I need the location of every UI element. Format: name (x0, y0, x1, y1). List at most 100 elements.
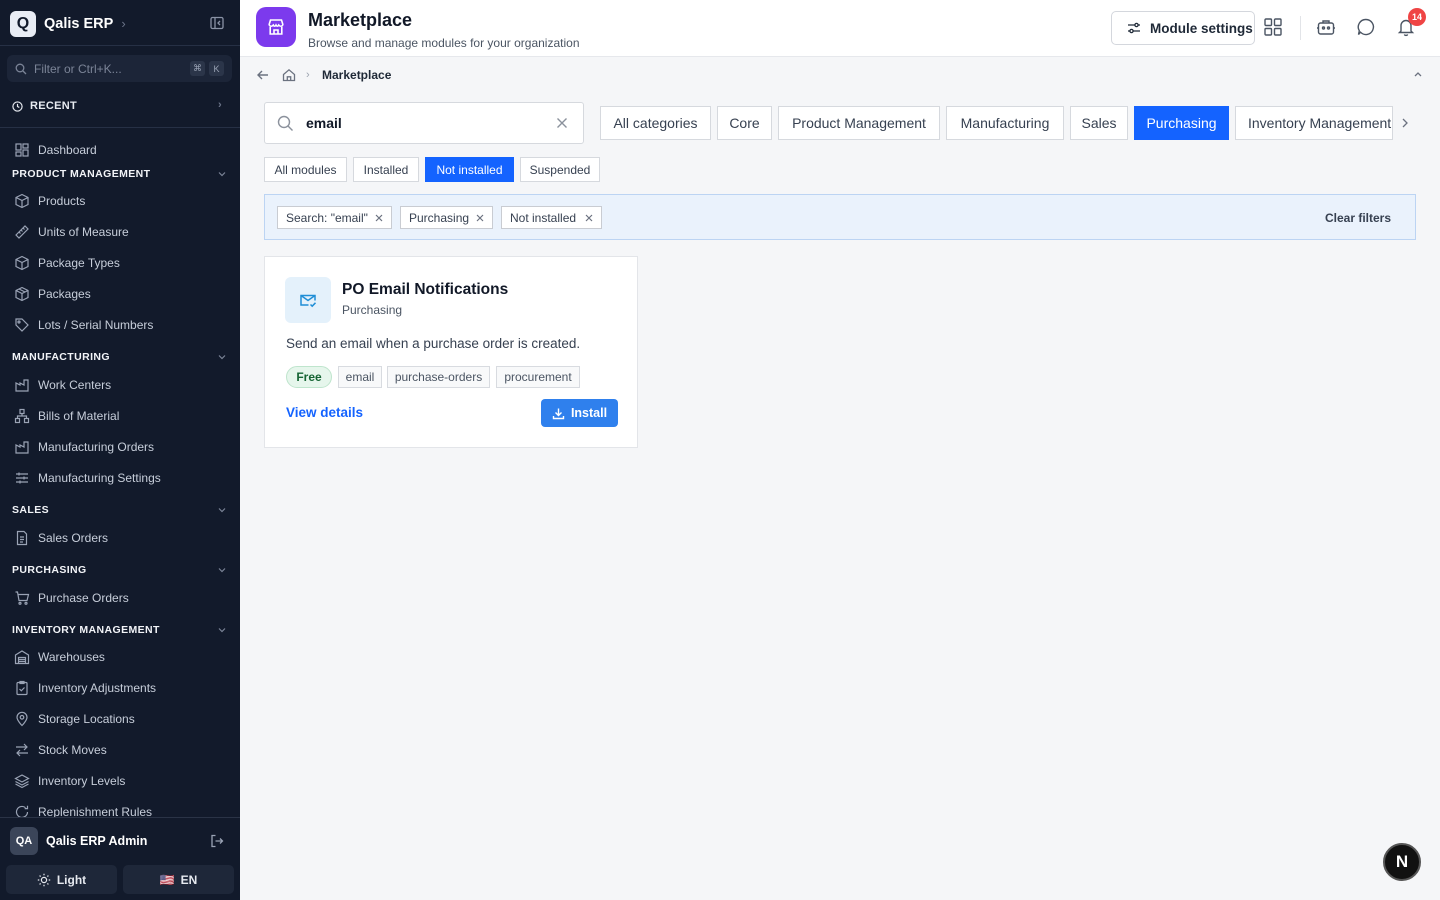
package-icon (14, 286, 30, 302)
ruler-icon (14, 224, 30, 240)
sidebar-item-package-types[interactable]: Package Types (14, 254, 120, 272)
section-title: INVENTORY MANAGEMENT (12, 624, 160, 636)
kbd-command: ⌘ (190, 61, 205, 76)
chat-icon[interactable] (1356, 17, 1376, 37)
chevron-right-icon[interactable] (1398, 116, 1412, 130)
status-tab-all-modules[interactable]: All modules (264, 157, 347, 182)
back-arrow-icon[interactable] (256, 68, 270, 82)
module-settings-button[interactable]: Module settings (1111, 11, 1255, 45)
module-description: Send an email when a purchase order is c… (286, 336, 581, 351)
sidebar-item-label: Work Centers (38, 378, 112, 392)
sidebar-item-products[interactable]: Products (14, 192, 85, 210)
theme-label: Light (56, 872, 87, 887)
category-tab-sales[interactable]: Sales (1070, 106, 1128, 140)
sidebar-item-dashboard[interactable]: Dashboard (14, 141, 97, 159)
category-tab-inventory-management[interactable]: Inventory Management (1235, 106, 1393, 140)
store-icon (256, 7, 296, 47)
filter-placeholder: Filter or Ctrl+K... (34, 61, 122, 76)
sidebar-item-manufacturing-settings[interactable]: Manufacturing Settings (14, 469, 161, 487)
chevron-right-icon: › (121, 16, 126, 31)
sidebar-item-stock-moves[interactable]: Stock Moves (14, 741, 107, 759)
section-purchasing[interactable]: PURCHASING (12, 563, 228, 577)
section-sales[interactable]: SALES (12, 503, 228, 517)
page-header: Marketplace Browse and manage modules fo… (240, 0, 1440, 57)
filter-chip-status[interactable]: Not installed (501, 206, 602, 229)
sidebar-item-units-of-measure[interactable]: Units of Measure (14, 223, 129, 241)
home-icon[interactable] (282, 68, 296, 82)
sidebar-collapse-icon[interactable] (210, 16, 224, 30)
close-icon[interactable] (584, 213, 594, 223)
section-title: SALES (12, 504, 50, 516)
cart-icon (14, 590, 30, 606)
language-label: EN (180, 872, 198, 887)
chevron-down-icon (216, 503, 228, 517)
chevron-down-icon (216, 623, 228, 637)
sidebar-item-lots-serial-numbers[interactable]: Lots / Serial Numbers (14, 316, 153, 334)
category-tab-manufacturing[interactable]: Manufacturing (946, 106, 1064, 140)
chevron-up-icon[interactable] (1411, 67, 1425, 81)
user-profile[interactable]: QA Qalis ERP Admin (10, 827, 232, 855)
close-icon[interactable] (374, 213, 384, 223)
settings-sliders-icon (1126, 20, 1142, 36)
language-button[interactable]: 🇺🇸 EN (123, 865, 234, 894)
module-category: Purchasing (342, 303, 403, 317)
clear-search-icon[interactable] (556, 117, 568, 129)
section-product-management[interactable]: PRODUCT MANAGEMENT (12, 167, 228, 181)
sidebar-item-label: Dashboard (38, 143, 97, 157)
sidebar-item-label: Inventory Adjustments (38, 681, 157, 695)
apps-grid-icon[interactable] (1263, 17, 1283, 37)
section-title: PRODUCT MANAGEMENT (12, 168, 151, 180)
header-divider (1300, 16, 1301, 40)
theme-toggle-button[interactable]: Light (6, 865, 117, 894)
page-title: Marketplace (308, 10, 413, 30)
filter-chip-label: Search: "email" (286, 210, 368, 225)
floating-assistant-button[interactable]: N (1383, 843, 1421, 881)
sidebar-item-label: Stock Moves (38, 743, 107, 757)
category-tab-core[interactable]: Core (717, 106, 772, 140)
chevron-down-icon (216, 167, 228, 181)
filter-chip-search[interactable]: Search: "email" (277, 206, 392, 229)
category-tab-all[interactable]: All categories (600, 106, 711, 140)
brand-name: Qalis ERP (44, 15, 114, 32)
close-icon[interactable] (475, 213, 485, 223)
sidebar-divider (0, 45, 240, 46)
sidebar-divider (0, 127, 240, 128)
filter-chip-category[interactable]: Purchasing (400, 206, 493, 229)
brand[interactable]: Q Qalis ERP › (10, 10, 126, 37)
bot-icon[interactable] (1316, 17, 1336, 37)
sidebar-item-work-centers[interactable]: Work Centers (14, 376, 111, 394)
tag-icon (14, 317, 30, 333)
module-settings-label: Module settings (1150, 20, 1253, 36)
sidebar-item-storage-locations[interactable]: Storage Locations (14, 710, 135, 728)
section-manufacturing[interactable]: MANUFACTURING (12, 350, 228, 364)
logout-icon[interactable] (210, 834, 224, 848)
status-tab-installed[interactable]: Installed (353, 157, 419, 182)
recent-toggle[interactable]: RECENT › (12, 99, 222, 113)
status-tab-suspended[interactable]: Suspended (520, 157, 600, 182)
sidebar-item-packages[interactable]: Packages (14, 285, 91, 303)
user-name: Qalis ERP Admin (46, 834, 148, 848)
sidebar-item-inventory-adjustments[interactable]: Inventory Adjustments (14, 679, 156, 697)
sidebar-item-manufacturing-orders[interactable]: Manufacturing Orders (14, 438, 154, 456)
sidebar-item-inventory-levels[interactable]: Inventory Levels (14, 772, 125, 790)
sidebar-item-sales-orders[interactable]: Sales Orders (14, 529, 108, 547)
section-inventory-management[interactable]: INVENTORY MANAGEMENT (12, 623, 228, 637)
view-details-link[interactable]: View details (286, 405, 363, 420)
clear-filters-button[interactable]: Clear filters (1325, 211, 1391, 225)
chevron-down-icon (216, 350, 228, 364)
sidebar-filter-input[interactable]: Filter or Ctrl+K... ⌘ K (7, 55, 232, 82)
brand-logo: Q (10, 10, 36, 37)
sidebar-item-label: Lots / Serial Numbers (38, 318, 154, 332)
sidebar-item-warehouses[interactable]: Warehouses (14, 648, 105, 666)
filter-chip-label: Not installed (510, 210, 577, 225)
install-button[interactable]: Install (541, 399, 618, 427)
search-input[interactable] (306, 115, 536, 131)
sidebar-item-label: Inventory Levels (38, 774, 126, 788)
status-tab-not-installed[interactable]: Not installed (425, 157, 514, 182)
section-title: PURCHASING (12, 564, 87, 576)
category-tab-purchasing[interactable]: Purchasing (1134, 106, 1229, 140)
category-tab-product-management[interactable]: Product Management (778, 106, 940, 140)
sidebar-item-bills-of-material[interactable]: Bills of Material (14, 407, 119, 425)
sidebar-item-purchase-orders[interactable]: Purchase Orders (14, 589, 129, 607)
section-title: MANUFACTURING (12, 351, 110, 363)
